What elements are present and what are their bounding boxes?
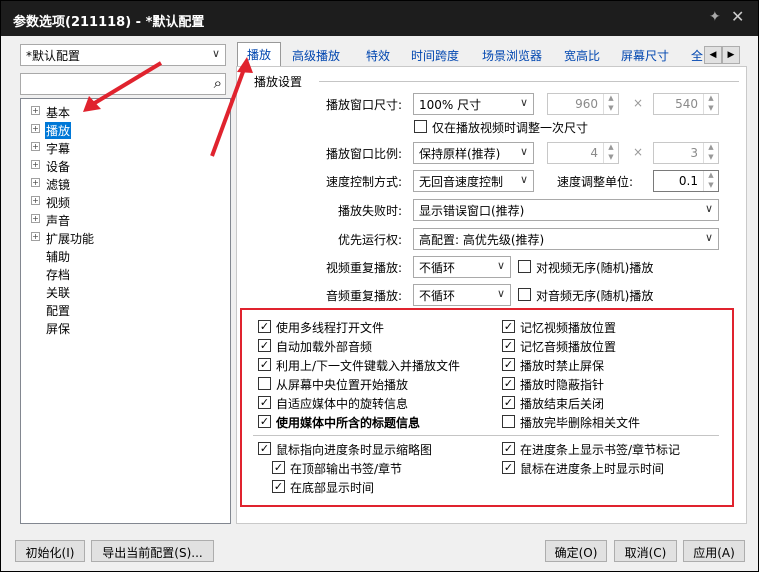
arrow-line-tab <box>210 68 246 157</box>
settings-dialog: 参数选项(211118) - *默认配置 ✦ ✕ *默认配置 ∨ ⌕ + 基本 +… <box>0 0 759 572</box>
cancel-button[interactable]: 取消(C) <box>614 540 677 562</box>
apply-button[interactable]: 应用(A) <box>683 540 745 562</box>
export-button[interactable]: 导出当前配置(S)... <box>91 540 214 562</box>
arrow-line-tree <box>91 61 163 106</box>
annotation-arrows <box>83 57 253 157</box>
ok-button[interactable]: 确定(O) <box>545 540 607 562</box>
arrow-head-tree <box>83 96 101 112</box>
init-button[interactable]: 初始化(I) <box>15 540 85 562</box>
arrow-head-tab <box>237 57 253 73</box>
